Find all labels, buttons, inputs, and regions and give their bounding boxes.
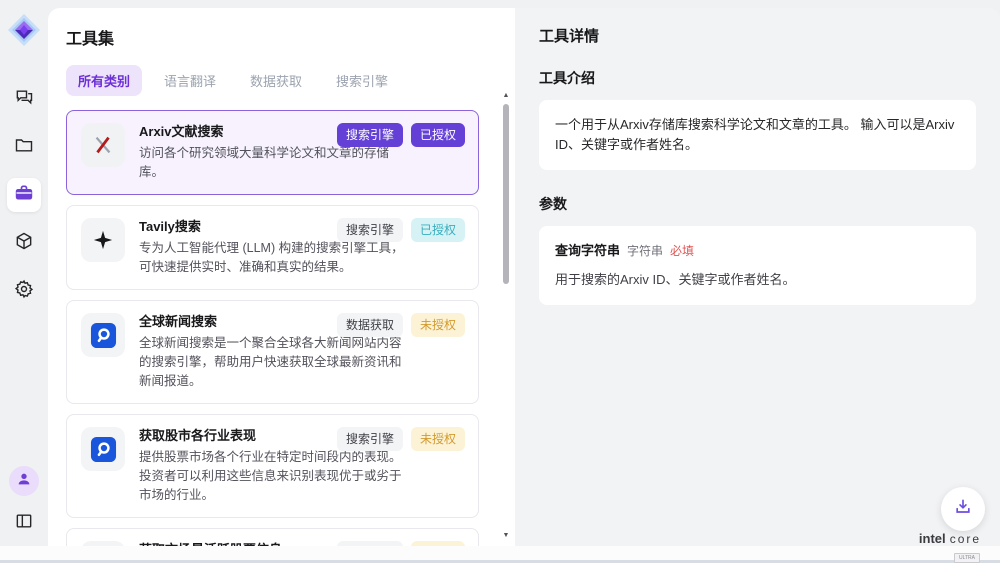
- tool-card[interactable]: 获取股市各行业表现 提供股票市场各个行业在特定时间段内的表现。投资者可以利用这些…: [66, 414, 479, 518]
- intel-core-logo: intel core ULTRA: [911, 531, 989, 563]
- tool-description: 访问各个研究领域大量科学论文和文章的存储库。: [139, 144, 411, 182]
- folder-icon: [14, 135, 34, 160]
- scrollbar-down-arrow[interactable]: ▼: [501, 532, 511, 540]
- download-button[interactable]: [941, 487, 985, 531]
- intro-section-title: 工具介绍: [539, 68, 976, 88]
- bottom-strip: [0, 546, 1000, 563]
- tool-card[interactable]: Tavily搜索 专为人工智能代理 (LLM) 构建的搜索引擎工具，可快速提供实…: [66, 205, 479, 290]
- briefcase-icon: [14, 183, 34, 208]
- intro-card: 一个用于从Arxiv存储库搜索科学论文和文章的工具。 输入可以是Arxiv ID…: [539, 100, 976, 170]
- category-tab[interactable]: 搜索引擎: [324, 65, 400, 96]
- category-tab[interactable]: 数据获取: [238, 65, 314, 96]
- chat-icon: [14, 87, 34, 112]
- param-description: 用于搜索的Arxiv ID、关键字或作者姓名。: [555, 270, 960, 290]
- auth-status-badge: 未授权: [411, 313, 465, 337]
- tool-cards-list: Arxiv文献搜索 访问各个研究领域大量科学论文和文章的存储库。 搜索引擎 已授…: [66, 110, 479, 546]
- auth-status-badge: 已授权: [411, 218, 465, 242]
- sidebar-item-chat[interactable]: [7, 82, 41, 116]
- tool-card[interactable]: 获取市场最活跃股票信息 提供当天交易量最高的股票列表，投资者可以利用这些信息来识…: [66, 528, 479, 546]
- intro-text: 一个用于从Arxiv存储库搜索科学论文和文章的工具。 输入可以是Arxiv ID…: [555, 117, 954, 152]
- sidebar-item-settings[interactable]: [7, 274, 41, 308]
- sidebar-item-tools[interactable]: [7, 178, 41, 212]
- q-search-icon: [81, 313, 125, 357]
- category-tab[interactable]: 所有类别: [66, 65, 142, 96]
- gear-icon: [14, 279, 34, 304]
- user-avatar[interactable]: [9, 466, 39, 496]
- brand-word-core: core: [950, 532, 981, 546]
- auth-status-badge: 未授权: [411, 427, 465, 451]
- app-logo[interactable]: [6, 12, 42, 48]
- category-badge: 搜索引擎: [337, 123, 403, 147]
- layout-panel-icon: [14, 511, 34, 536]
- person-icon: [16, 471, 32, 492]
- param-card: 查询字符串 字符串 必填 用于搜索的Arxiv ID、关键字或作者姓名。: [539, 226, 976, 305]
- main-content: 工具集 所有类别语言翻译数据获取搜索引擎 Arxiv文献搜索 访问各个研究领域大…: [48, 8, 1000, 546]
- list-scrollbar[interactable]: ▲ ▼: [501, 92, 511, 540]
- auth-status-badge: 已授权: [411, 123, 465, 147]
- tool-card[interactable]: Arxiv文献搜索 访问各个研究领域大量科学论文和文章的存储库。 搜索引擎 已授…: [66, 110, 479, 195]
- arxiv-x-icon: [81, 123, 125, 167]
- params-section-title: 参数: [539, 194, 976, 214]
- scrollbar-up-arrow[interactable]: ▲: [501, 92, 511, 100]
- scrollbar-thumb[interactable]: [503, 104, 509, 284]
- detail-title: 工具详情: [539, 25, 976, 46]
- download-icon: [953, 497, 973, 522]
- tool-card[interactable]: 全球新闻搜索 全球新闻搜索是一个聚合全球各大新闻网站内容的搜索引擎，帮助用户快速…: [66, 300, 479, 404]
- param-type: 字符串: [627, 241, 663, 261]
- category-badge: 数据获取: [337, 313, 403, 337]
- tool-list-panel: 工具集 所有类别语言翻译数据获取搜索引擎 Arxiv文献搜索 访问各个研究领域大…: [48, 8, 515, 546]
- param-name: 查询字符串: [555, 241, 620, 261]
- sidebar-rail: [0, 0, 48, 546]
- brand-badge-ultra: ULTRA: [954, 553, 980, 563]
- star-icon: [81, 218, 125, 262]
- category-badge: 搜索引擎: [337, 427, 403, 451]
- param-required-flag: 必填: [670, 241, 694, 261]
- category-badge: 搜索引擎: [337, 218, 403, 242]
- sidebar-item-models[interactable]: [7, 226, 41, 260]
- sidebar-item-files[interactable]: [7, 130, 41, 164]
- brand-word-intel: intel: [919, 531, 946, 546]
- tool-description: 全球新闻搜索是一个聚合全球各大新闻网站内容的搜索引擎，帮助用户快速获取全球最新资…: [139, 334, 411, 391]
- panel-toggle-button[interactable]: [9, 508, 39, 538]
- tool-description: 专为人工智能代理 (LLM) 构建的搜索引擎工具，可快速提供实时、准确和真实的结…: [139, 239, 411, 277]
- tool-description: 提供股票市场各个行业在特定时间段内的表现。投资者可以利用这些信息来识别表现优于或…: [139, 448, 411, 505]
- page-title: 工具集: [66, 25, 515, 49]
- category-tab[interactable]: 语言翻译: [152, 65, 228, 96]
- category-tabs: 所有类别语言翻译数据获取搜索引擎: [66, 65, 515, 96]
- tool-detail-panel: 工具详情 工具介绍 一个用于从Arxiv存储库搜索科学论文和文章的工具。 输入可…: [515, 8, 1000, 546]
- q-search-icon: [81, 427, 125, 471]
- cube-icon: [14, 231, 34, 256]
